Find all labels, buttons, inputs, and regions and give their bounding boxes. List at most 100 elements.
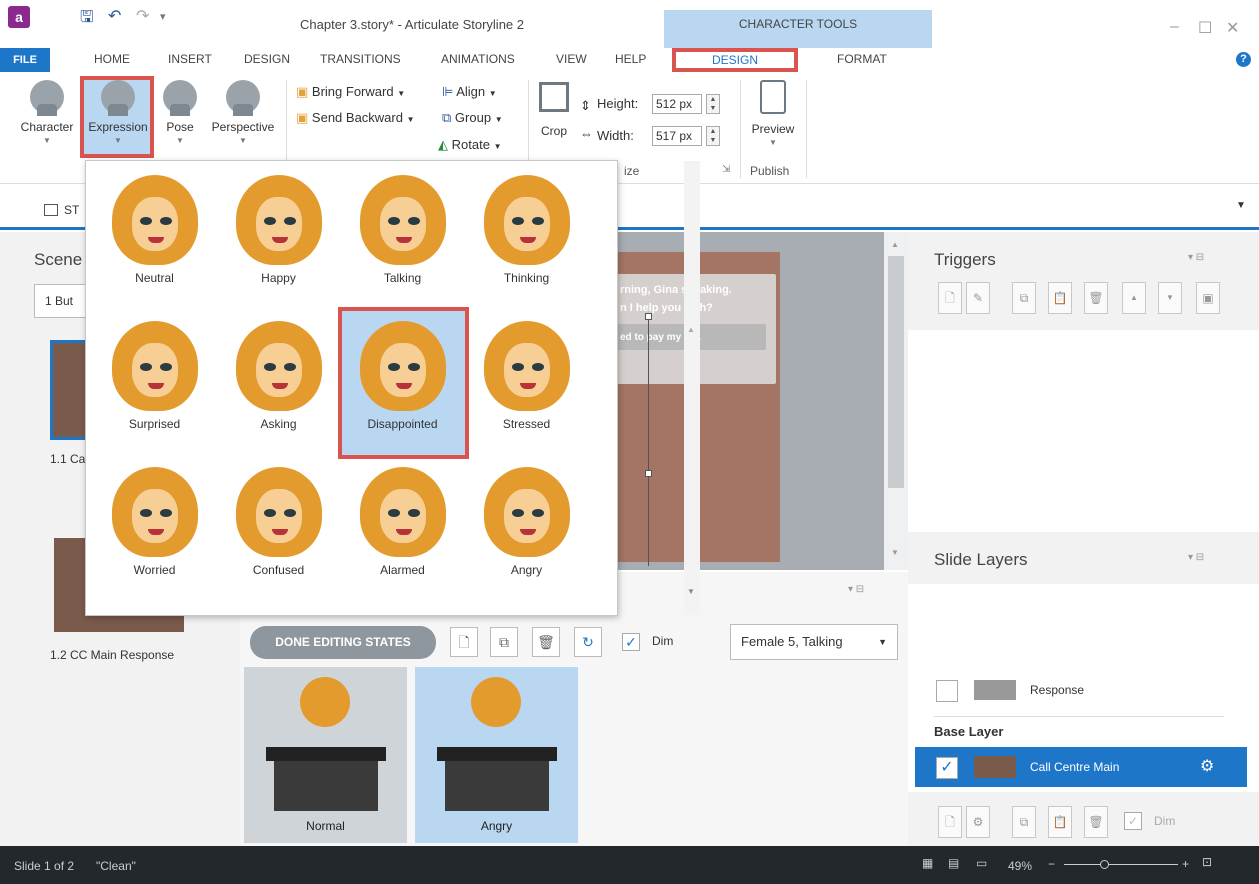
width-input[interactable]: 517 px — [652, 126, 702, 146]
save-icon[interactable]: 🖫 — [80, 6, 94, 33]
expression-talking[interactable]: Talking — [342, 161, 463, 306]
paste-trigger-icon[interactable]: 📋 — [1048, 282, 1072, 314]
resize-handle[interactable] — [645, 313, 652, 320]
scroll-down-icon[interactable]: ▼ — [891, 548, 899, 557]
new-layer-icon[interactable]: 🗋 — [938, 806, 962, 838]
undo-icon[interactable]: ↶ — [108, 6, 121, 26]
tab-design[interactable]: DESIGN — [244, 52, 290, 66]
tab-file[interactable]: FILE — [0, 48, 50, 72]
expression-stressed[interactable]: Stressed — [466, 307, 587, 452]
dialog-launcher-icon[interactable]: ⇲ — [722, 164, 730, 175]
refresh-icon[interactable]: ↻ — [574, 627, 602, 657]
layer-visibility-checkbox[interactable] — [936, 680, 958, 702]
base-layer-checkbox[interactable]: ✓ — [936, 757, 958, 779]
expression-confused[interactable]: Confused — [218, 453, 339, 598]
tab-home[interactable]: HOME — [94, 52, 130, 66]
expression-disappointed[interactable]: Disappointed — [342, 307, 463, 452]
zoom-slider-thumb[interactable] — [1100, 860, 1109, 869]
tab-transitions[interactable]: TRANSITIONS — [320, 52, 401, 66]
dim-layers-checkbox[interactable]: ✓ — [1124, 812, 1142, 830]
chevron-down-icon[interactable]: ▼ — [1236, 200, 1246, 211]
variables-icon[interactable]: ▣ — [1196, 282, 1220, 314]
new-trigger-icon[interactable]: 🗋 — [938, 282, 962, 314]
panel-options-icon[interactable]: ▾ ⊟ — [1188, 252, 1204, 263]
character-face-icon — [111, 321, 198, 411]
height-stepper[interactable]: ▲ ▼ — [706, 94, 720, 114]
expression-happy[interactable]: Happy — [218, 161, 339, 306]
width-stepper[interactable]: ▲ ▼ — [706, 126, 720, 146]
bring-forward-button[interactable]: ▣ Bring Forward ▼ — [296, 84, 405, 100]
copy-trigger-icon[interactable]: ⧉ — [1012, 282, 1036, 314]
panel-options-icon[interactable]: ▾ ⊟ — [848, 584, 864, 595]
redo-icon[interactable]: ↷ — [136, 6, 149, 26]
presentation-icon[interactable]: ▭ — [976, 856, 987, 870]
duplicate-state-icon[interactable]: ⧉ — [490, 627, 518, 657]
expression-button[interactable]: Expression ▼ — [84, 80, 152, 145]
customize-toolbar-icon[interactable]: ▾ — [160, 10, 166, 23]
zoom-in-icon[interactable]: + — [1182, 857, 1189, 871]
eye — [387, 217, 400, 225]
dim-checkbox[interactable]: ✓ — [622, 633, 640, 651]
preview-button[interactable]: Preview ▼ — [746, 80, 800, 147]
expression-worried[interactable]: Worried — [94, 453, 215, 598]
send-backward-button[interactable]: ▣ Send Backward ▼ — [296, 110, 415, 126]
move-up-icon[interactable]: ▲ — [1122, 282, 1146, 314]
expression-alarmed[interactable]: Alarmed — [342, 453, 463, 598]
expression-thinking[interactable]: Thinking — [466, 161, 587, 306]
delete-trigger-icon[interactable]: 🗑 — [1084, 282, 1108, 314]
edit-trigger-icon[interactable]: ✎ — [966, 282, 990, 314]
tab-character-design[interactable]: DESIGN — [672, 48, 798, 72]
tab-format[interactable]: FORMAT — [837, 52, 887, 66]
normal-view-icon[interactable]: ▦ — [922, 856, 933, 870]
panel-options-icon[interactable]: ▾ ⊟ — [1188, 552, 1204, 563]
align-button[interactable]: ⊫ Align ▼ — [442, 84, 497, 100]
fit-to-window-icon[interactable]: ⊡ — [1202, 855, 1212, 869]
move-down-icon[interactable]: ▼ — [1158, 282, 1182, 314]
story-view-icon[interactable] — [44, 204, 58, 216]
crop-button[interactable]: Crop — [534, 82, 574, 138]
zoom-slider[interactable] — [1064, 864, 1178, 865]
expression-surprised[interactable]: Surprised — [94, 307, 215, 452]
tab-animations[interactable]: ANIMATIONS — [441, 52, 515, 66]
tab-help[interactable]: HELP — [615, 52, 646, 66]
maximize-icon[interactable]: ☐ — [1198, 18, 1212, 38]
tab-insert[interactable]: INSERT — [168, 52, 212, 66]
scroll-down-icon[interactable]: ▼ — [687, 587, 695, 596]
state-card-normal[interactable]: Normal — [244, 667, 407, 843]
character-button[interactable]: Character ▼ — [14, 80, 80, 145]
layer-name[interactable]: Response — [1030, 683, 1084, 697]
tab-view[interactable]: VIEW — [556, 52, 587, 66]
expression-neutral[interactable]: Neutral — [94, 161, 215, 306]
story-view-tab[interactable]: ST — [64, 203, 79, 217]
height-input[interactable]: 512 px — [652, 94, 702, 114]
perspective-button[interactable]: Perspective ▼ — [206, 80, 280, 145]
resize-handle[interactable] — [645, 470, 652, 477]
layer-properties-icon[interactable]: ⚙ — [966, 806, 990, 838]
slide-view-icon[interactable]: ▤ — [948, 856, 959, 870]
scrollbar-thumb[interactable] — [888, 256, 904, 488]
slide-thumbnail-1[interactable] — [50, 340, 90, 440]
gear-icon[interactable]: ⚙ — [1200, 756, 1214, 776]
new-state-icon[interactable]: 🗋 — [450, 627, 478, 657]
group-button[interactable]: ⧉ Group ▼ — [442, 110, 503, 126]
rotate-button[interactable]: ◭ Rotate ▼ — [438, 137, 501, 153]
expression-angry[interactable]: Angry — [466, 453, 587, 598]
delete-layer-icon[interactable]: 🗑 — [1084, 806, 1108, 838]
preview-label: Preview — [751, 122, 795, 136]
scroll-up-icon[interactable]: ▲ — [687, 325, 695, 334]
pose-button[interactable]: Pose ▼ — [158, 80, 202, 145]
state-card-angry[interactable]: Angry — [415, 667, 578, 843]
close-icon[interactable]: ✕ — [1226, 18, 1239, 38]
character-state-select[interactable]: Female 5, Talking ▼ — [730, 624, 898, 660]
scroll-up-icon[interactable]: ▲ — [891, 240, 899, 249]
zoom-out-icon[interactable]: − — [1048, 857, 1055, 871]
expression-asking[interactable]: Asking — [218, 307, 339, 452]
gallery-scrollbar[interactable] — [684, 161, 700, 615]
help-icon[interactable]: ? — [1236, 52, 1251, 67]
delete-state-icon[interactable]: 🗑 — [532, 627, 560, 657]
paste-layer-icon[interactable]: 📋 — [1048, 806, 1072, 838]
storyline-logo-icon[interactable]: a — [8, 6, 30, 28]
done-editing-states-button[interactable]: DONE EDITING STATES — [250, 626, 436, 659]
minimize-icon[interactable]: – — [1170, 18, 1179, 36]
copy-layer-icon[interactable]: ⧉ — [1012, 806, 1036, 838]
